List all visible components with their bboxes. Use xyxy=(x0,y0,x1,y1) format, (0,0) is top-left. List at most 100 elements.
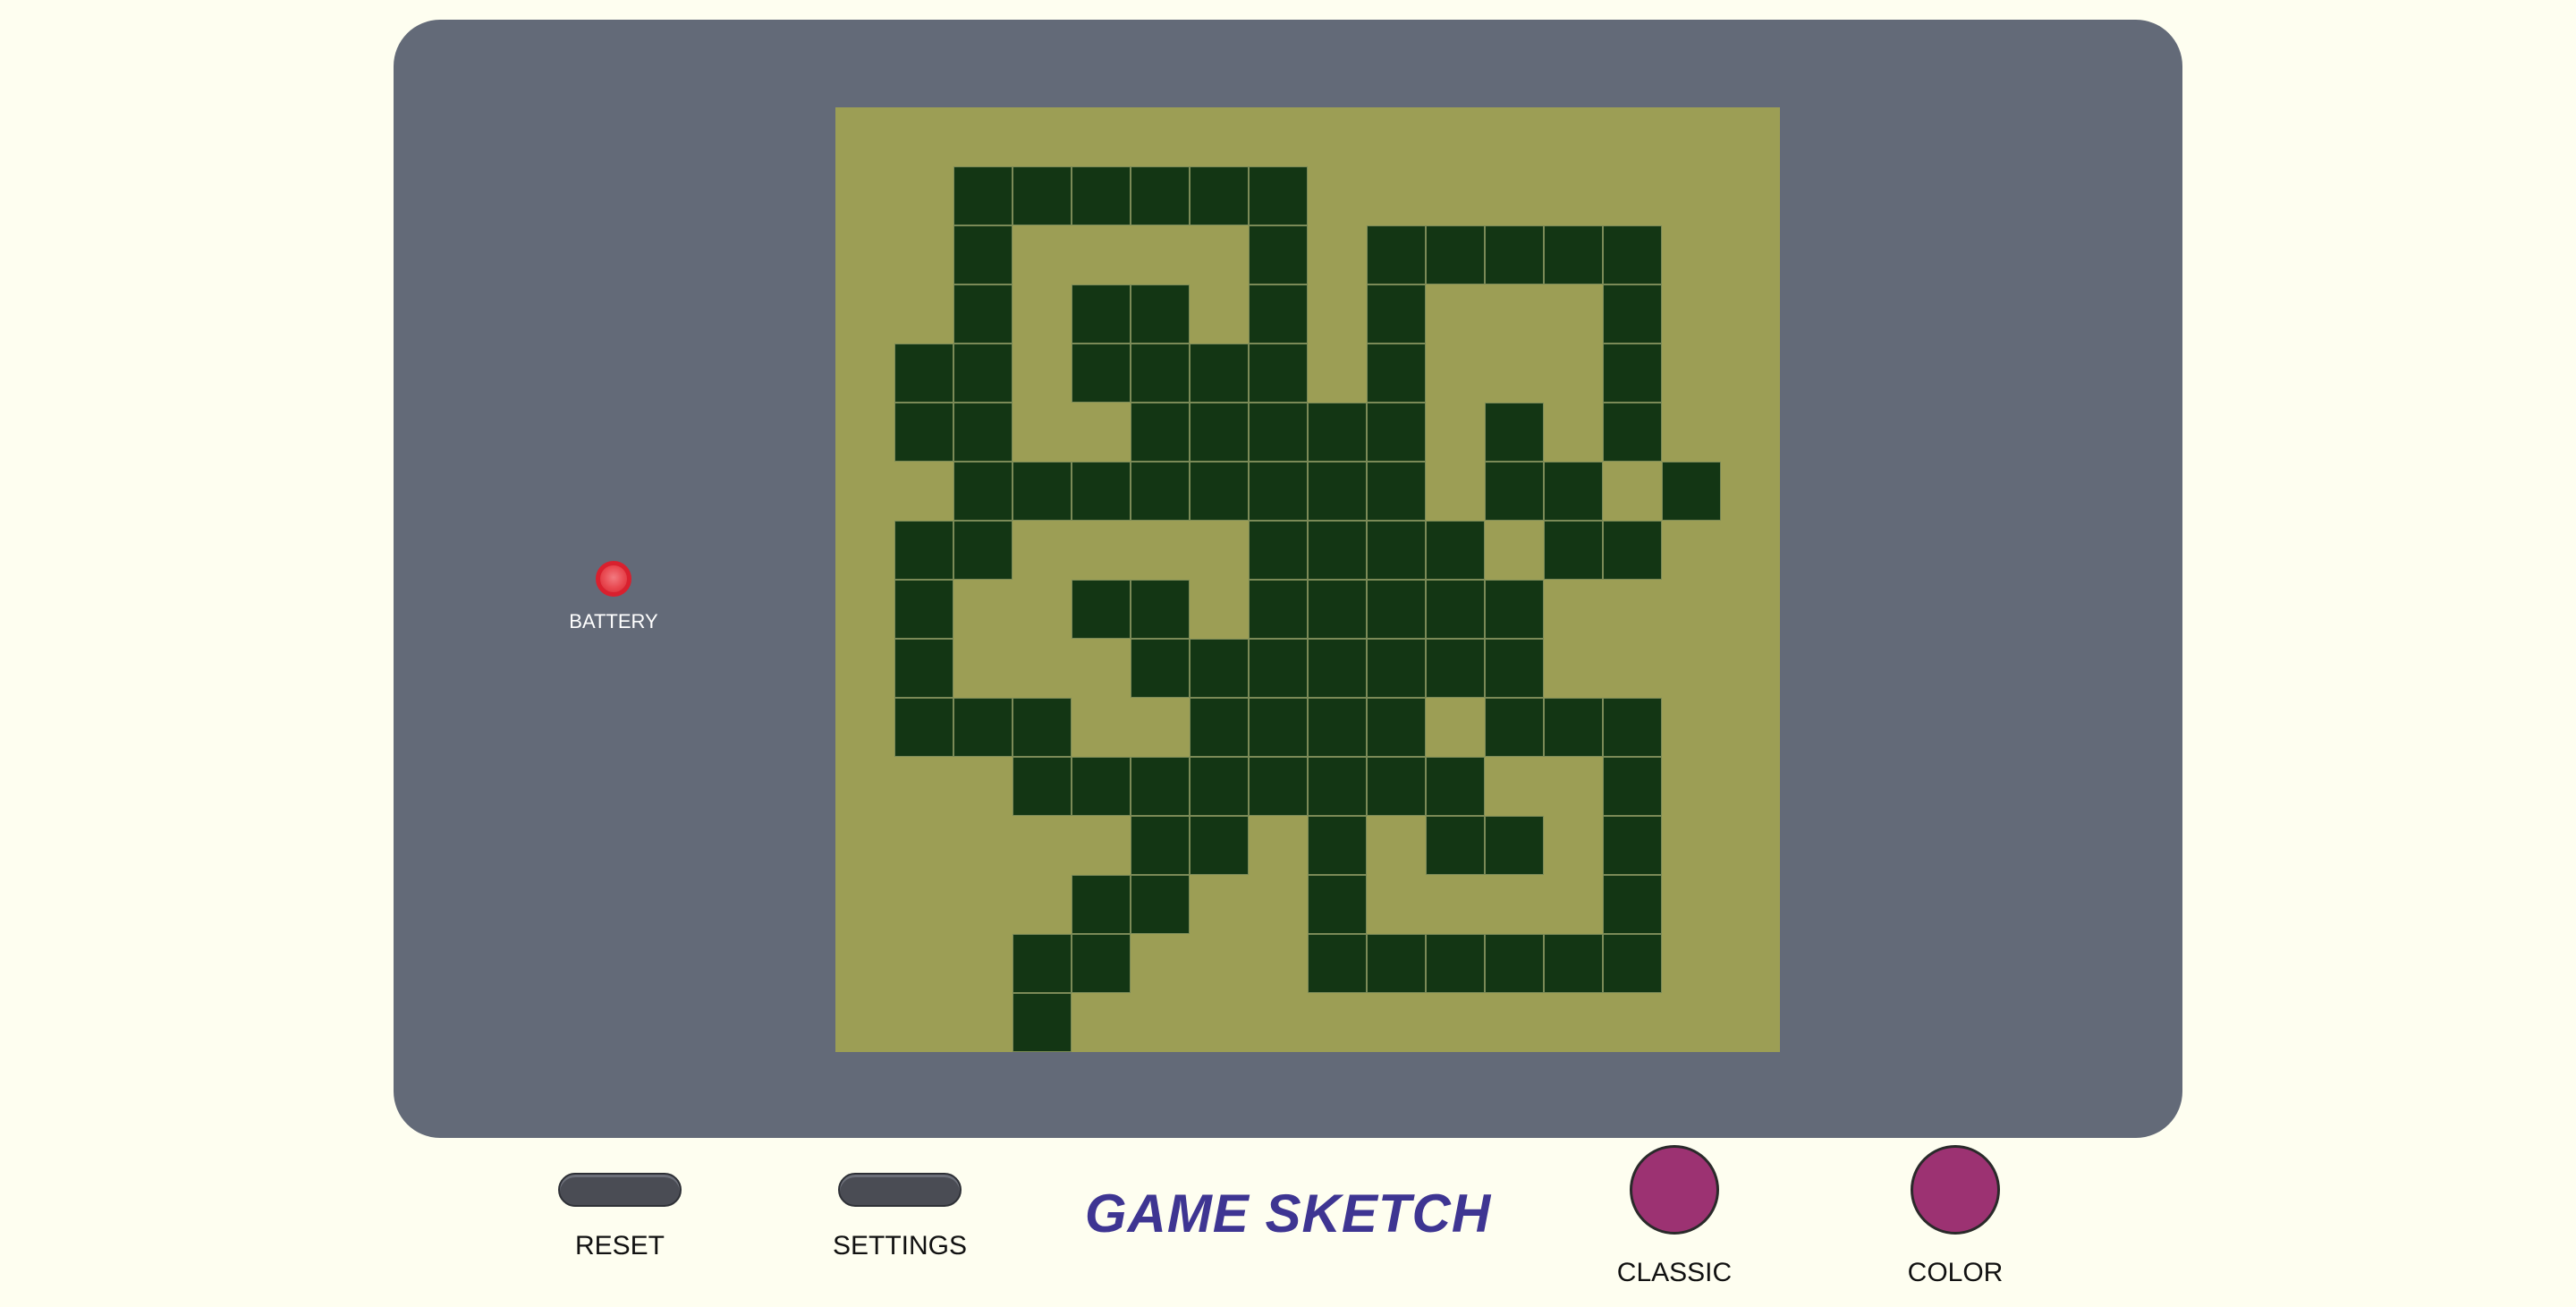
pixel-off[interactable] xyxy=(1662,757,1721,816)
pixel-on[interactable] xyxy=(1367,284,1426,344)
pixel-on[interactable] xyxy=(1603,403,1662,462)
pixel-on[interactable] xyxy=(1367,757,1426,816)
pixel-off[interactable] xyxy=(1662,639,1721,698)
pixel-off[interactable] xyxy=(1072,521,1131,580)
pixel-on[interactable] xyxy=(1367,403,1426,462)
pixel-off[interactable] xyxy=(1485,757,1544,816)
pixel-off[interactable] xyxy=(1662,521,1721,580)
pixel-off[interactable] xyxy=(1485,107,1544,166)
pixel-off[interactable] xyxy=(1544,284,1603,344)
pixel-off[interactable] xyxy=(1721,344,1780,403)
pixel-on[interactable] xyxy=(1072,875,1131,934)
pixel-on[interactable] xyxy=(1485,639,1544,698)
pixel-off[interactable] xyxy=(835,403,894,462)
pixel-on[interactable] xyxy=(1249,166,1308,225)
pixel-off[interactable] xyxy=(1367,993,1426,1052)
pixel-off[interactable] xyxy=(1367,816,1426,875)
pixel-off[interactable] xyxy=(1662,698,1721,757)
pixel-off[interactable] xyxy=(1249,107,1308,166)
pixel-on[interactable] xyxy=(1072,580,1131,639)
pixel-off[interactable] xyxy=(1485,166,1544,225)
pixel-on[interactable] xyxy=(1485,816,1544,875)
pixel-on[interactable] xyxy=(1544,462,1603,521)
pixel-off[interactable] xyxy=(1544,757,1603,816)
pixel-off[interactable] xyxy=(1013,521,1072,580)
pixel-off[interactable] xyxy=(953,993,1013,1052)
pixel-off[interactable] xyxy=(953,639,1013,698)
pixel-off[interactable] xyxy=(1072,403,1131,462)
pixel-on[interactable] xyxy=(1367,521,1426,580)
pixel-off[interactable] xyxy=(1662,816,1721,875)
pixel-on[interactable] xyxy=(1249,284,1308,344)
pixel-on[interactable] xyxy=(1426,580,1485,639)
pixel-on[interactable] xyxy=(1013,934,1072,993)
pixel-on[interactable] xyxy=(1603,225,1662,284)
pixel-off[interactable] xyxy=(1721,284,1780,344)
pixel-on[interactable] xyxy=(1072,934,1131,993)
pixel-off[interactable] xyxy=(894,875,953,934)
pixel-off[interactable] xyxy=(1544,166,1603,225)
pixel-off[interactable] xyxy=(1190,993,1249,1052)
pixel-off[interactable] xyxy=(1426,462,1485,521)
pixel-on[interactable] xyxy=(1190,639,1249,698)
pixel-off[interactable] xyxy=(1662,344,1721,403)
pixel-on[interactable] xyxy=(1190,816,1249,875)
classic-mode-button[interactable] xyxy=(1630,1145,1719,1235)
pixel-off[interactable] xyxy=(1485,875,1544,934)
pixel-off[interactable] xyxy=(1721,639,1780,698)
pixel-on[interactable] xyxy=(1308,462,1367,521)
pixel-off[interactable] xyxy=(1662,580,1721,639)
pixel-off[interactable] xyxy=(1721,225,1780,284)
pixel-off[interactable] xyxy=(953,107,1013,166)
pixel-off[interactable] xyxy=(1603,462,1662,521)
pixel-off[interactable] xyxy=(1544,580,1603,639)
pixel-off[interactable] xyxy=(835,934,894,993)
pixel-off[interactable] xyxy=(1662,225,1721,284)
pixel-on[interactable] xyxy=(1485,225,1544,284)
pixel-off[interactable] xyxy=(1721,107,1780,166)
pixel-off[interactable] xyxy=(835,225,894,284)
pixel-on[interactable] xyxy=(1308,698,1367,757)
color-mode-button[interactable] xyxy=(1911,1145,2000,1235)
pixel-on[interactable] xyxy=(1249,580,1308,639)
pixel-off[interactable] xyxy=(1249,816,1308,875)
pixel-on[interactable] xyxy=(1072,462,1131,521)
pixel-off[interactable] xyxy=(1662,993,1721,1052)
pixel-off[interactable] xyxy=(1603,580,1662,639)
pixel-off[interactable] xyxy=(1131,698,1190,757)
pixel-off[interactable] xyxy=(1190,107,1249,166)
pixel-on[interactable] xyxy=(1485,403,1544,462)
pixel-on[interactable] xyxy=(1190,166,1249,225)
pixel-off[interactable] xyxy=(1013,816,1072,875)
pixel-off[interactable] xyxy=(1367,166,1426,225)
pixel-off[interactable] xyxy=(1426,875,1485,934)
pixel-on[interactable] xyxy=(1131,580,1190,639)
pixel-off[interactable] xyxy=(835,521,894,580)
settings-button[interactable] xyxy=(838,1173,962,1207)
pixel-off[interactable] xyxy=(1072,698,1131,757)
pixel-on[interactable] xyxy=(1249,639,1308,698)
pixel-on[interactable] xyxy=(1131,166,1190,225)
pixel-off[interactable] xyxy=(1603,639,1662,698)
pixel-on[interactable] xyxy=(1603,934,1662,993)
pixel-on[interactable] xyxy=(1190,757,1249,816)
pixel-on[interactable] xyxy=(1544,521,1603,580)
pixel-on[interactable] xyxy=(1013,757,1072,816)
pixel-on[interactable] xyxy=(953,521,1013,580)
pixel-off[interactable] xyxy=(1249,993,1308,1052)
pixel-on[interactable] xyxy=(1190,344,1249,403)
pixel-off[interactable] xyxy=(835,698,894,757)
pixel-on[interactable] xyxy=(1131,639,1190,698)
pixel-on[interactable] xyxy=(894,698,953,757)
pixel-off[interactable] xyxy=(894,284,953,344)
pixel-on[interactable] xyxy=(1485,934,1544,993)
pixel-off[interactable] xyxy=(835,107,894,166)
pixel-off[interactable] xyxy=(1013,639,1072,698)
pixel-on[interactable] xyxy=(1308,639,1367,698)
pixel-on[interactable] xyxy=(1190,698,1249,757)
pixel-on[interactable] xyxy=(1662,462,1721,521)
pixel-on[interactable] xyxy=(1603,521,1662,580)
pixel-on[interactable] xyxy=(1013,166,1072,225)
pixel-off[interactable] xyxy=(1190,875,1249,934)
pixel-on[interactable] xyxy=(1249,757,1308,816)
